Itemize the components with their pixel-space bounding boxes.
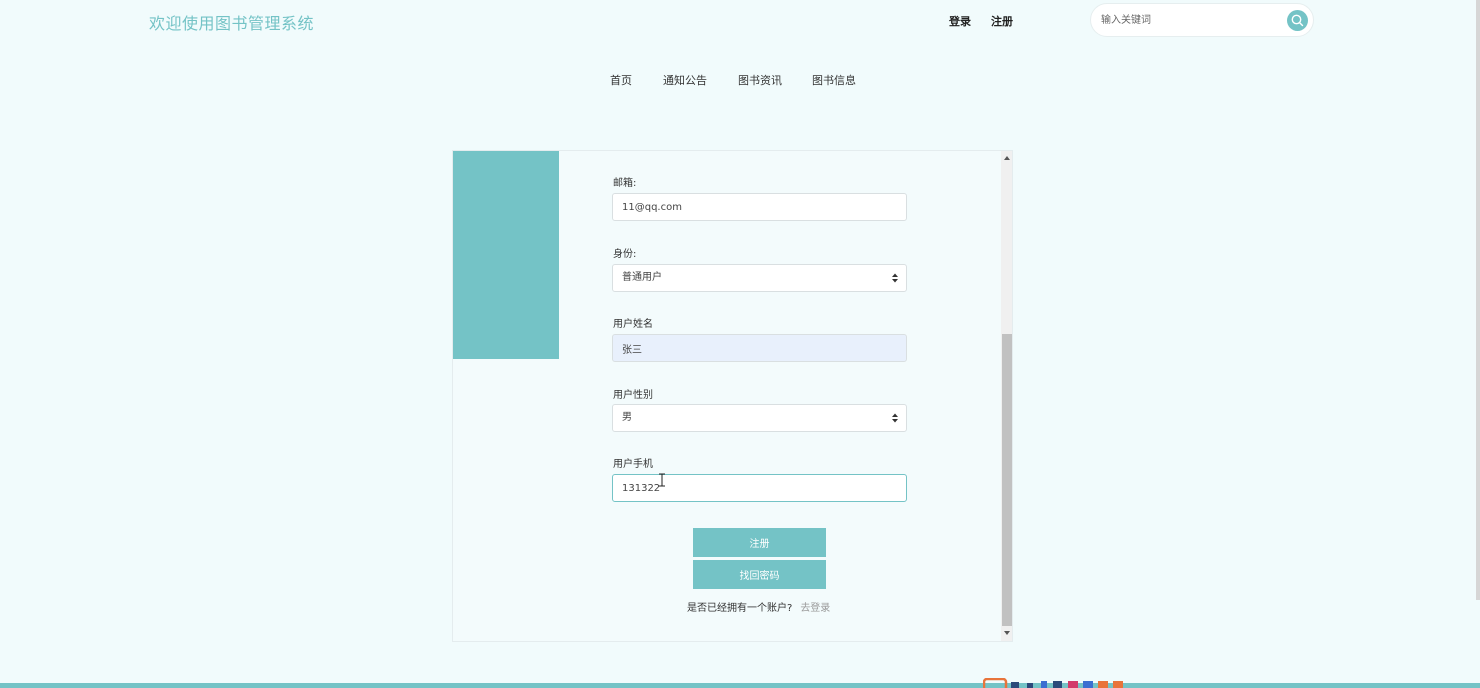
email-label: 邮箱:	[613, 178, 637, 189]
login-link[interactable]: 登录	[949, 13, 971, 29]
footer-bar	[0, 683, 1480, 688]
card-accent-block	[453, 151, 559, 359]
search-button[interactable]	[1287, 10, 1308, 31]
register-form-card: 邮箱: 身份: 普通用户 用户姓名 用户性别 男 用户手机 注册 找回密码 是否…	[452, 150, 1013, 642]
phone-label: 用户手机	[613, 459, 653, 470]
search-box	[1090, 3, 1314, 37]
name-field[interactable]	[612, 334, 907, 362]
nav-item-book-news[interactable]: 图书资讯	[738, 72, 782, 88]
role-label: 身份:	[613, 249, 637, 260]
register-button[interactable]: 注册	[693, 528, 826, 557]
page-scrollbar[interactable]	[1476, 0, 1480, 600]
site-title: 欢迎使用图书管理系统	[149, 14, 315, 33]
name-label: 用户姓名	[613, 319, 653, 330]
gender-select[interactable]: 男	[612, 404, 907, 432]
system-tray-icons	[983, 678, 1123, 688]
role-select-value: 普通用户	[612, 264, 907, 292]
role-select[interactable]: 普通用户	[612, 264, 907, 292]
has-account-hint: 是否已经拥有一个账户? 去登录	[687, 599, 830, 614]
search-input[interactable]	[1101, 11, 1271, 29]
gender-label: 用户性别	[613, 390, 653, 401]
nav-item-book-info[interactable]: 图书信息	[812, 72, 856, 88]
main-nav: 首页 通知公告 图书资讯 图书信息	[0, 72, 1480, 90]
recover-password-button[interactable]: 找回密码	[693, 560, 826, 589]
search-icon	[1291, 14, 1304, 27]
scroll-down-arrow-icon[interactable]	[1004, 631, 1010, 635]
scroll-up-arrow-icon[interactable]	[1004, 156, 1010, 160]
phone-field[interactable]	[612, 474, 907, 502]
nav-item-notices[interactable]: 通知公告	[663, 72, 707, 88]
go-login-link[interactable]: 去登录	[800, 603, 830, 614]
form-scrollbar[interactable]	[1001, 151, 1012, 641]
nav-item-home[interactable]: 首页	[610, 72, 632, 88]
has-account-text: 是否已经拥有一个账户?	[687, 603, 793, 614]
email-field[interactable]	[612, 193, 907, 221]
gender-select-value: 男	[612, 404, 907, 432]
scroll-thumb[interactable]	[1002, 334, 1012, 626]
register-link[interactable]: 注册	[991, 13, 1013, 29]
